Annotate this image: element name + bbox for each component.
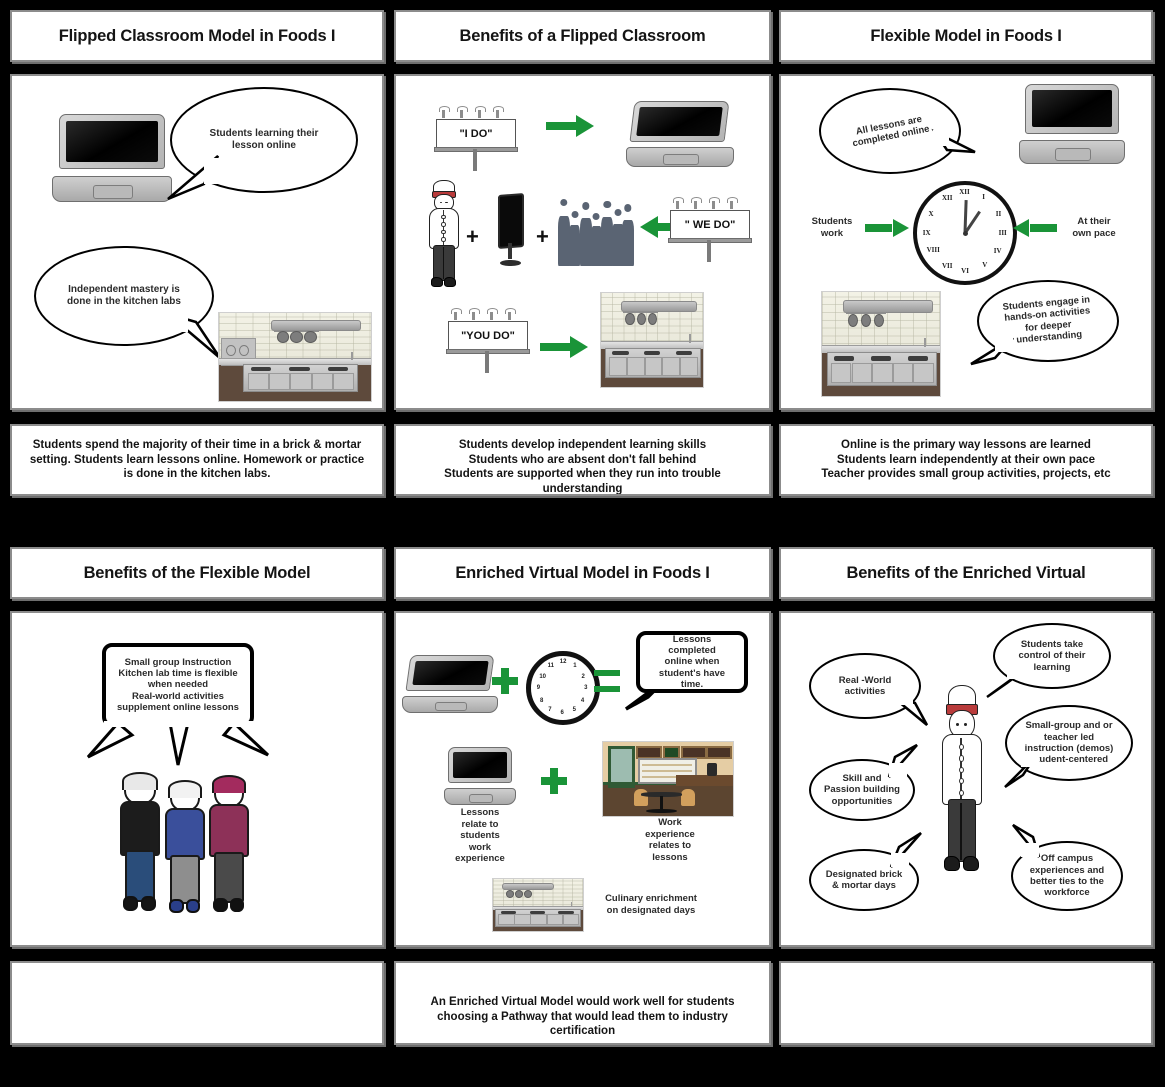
green-equals [594,670,620,692]
billboard-sign-i-do: "I DO" [433,106,519,171]
laptop-screen [66,121,158,162]
plus-operator-2: + [536,224,549,249]
panel-1-title-cell[interactable]: Flipped Classroom Model in Foods I [10,10,384,62]
sign-you-do-text: "YOU DO" [461,330,515,343]
panel-4-art-cell[interactable]: Small group Instruction Kitchen lab time… [10,611,384,947]
sign-i-do-text: "I DO" [459,128,493,141]
panel-2-caption-cell[interactable]: Students develop independent learning sk… [394,424,771,496]
panel-4-title: Benefits of the Flexible Model [83,563,311,582]
laptop-image [402,655,498,713]
green-arrow-right-2 [540,336,588,358]
billboard-sign-we-do: " WE DO" [667,197,753,262]
speech-bubble-5: Small group Instruction Kitchen lab time… [102,643,254,727]
panel-2-caption: Students develop independent learning sk… [444,439,721,496]
analog-clock: 12 1 2 3 4 5 6 7 8 9 10 11 [526,651,600,725]
billboard-sign-you-do: "YOU DO" [445,308,531,373]
label-students-work: Students work [811,216,853,239]
speech-bubble-4-tail [970,336,1014,366]
panel-3-art-cell[interactable]: All lessons are completed online Student… [779,74,1153,410]
sign-we-do-text: " WE DO" [684,219,736,232]
panel-4-title-cell[interactable]: Benefits of the Flexible Model [10,547,384,599]
speech-bubble-6-tail [624,679,666,711]
speech-bubble-11-tail [889,831,922,868]
label-own-pace: At their own pace [1072,216,1116,239]
panel-2-title: Benefits of a Flipped Classroom [459,26,706,45]
label-culinary-enrichment: Culinary enrichment on designated days [605,893,697,916]
kitchen-photo [600,292,704,388]
speech-bubble-1-tail [167,155,220,201]
green-arrow-right-1 [546,115,594,137]
speech-bubble-9-tail [887,743,918,778]
speech-bubble-3-tail [931,128,976,154]
laptop-image [52,114,172,202]
laptop-base [52,175,172,202]
panel-5-caption: An Enriched Virtual Model would work wel… [430,996,735,1038]
label-lessons-relate: Lessons relate to students work experien… [455,807,505,865]
speech-bubble-12-tail [1012,823,1041,858]
laptop-image [626,101,734,167]
kitchen-photo [218,312,372,402]
speech-bubble-3-text: All lessons are completed online [851,113,931,150]
speech-bubble-11-text: Designated brick & mortar days [825,868,903,891]
laptop-trackpad [93,184,133,199]
panel-3-caption: Online is the primary way lessons are le… [821,439,1111,481]
laptop-image [444,747,516,805]
laptop-image [1019,84,1125,164]
speech-bubble-10-tail [1004,755,1039,789]
speech-bubble-5-tails [86,721,270,766]
panel-6-title: Benefits of the Enriched Virtual [846,563,1086,582]
three-students [162,780,205,913]
speech-bubble-2-text: Independent mastery is done in the kitch… [67,284,181,307]
speech-bubble-5-text: Small group Instruction Kitchen lab time… [117,656,239,714]
chef-character [933,685,989,875]
speech-bubble-8-tail [986,669,1025,699]
panel-6-art-cell[interactable]: Real -World activities Students take con… [779,611,1153,947]
green-arrow-right-3 [865,219,909,237]
panel-4-caption-cell[interactable] [10,961,384,1045]
speech-bubble-1-text: Students learning their lesson online [209,128,319,151]
monitor-image [488,193,534,266]
green-plus-1 [492,668,518,694]
panel-6-caption-cell[interactable] [779,961,1153,1045]
panel-2-art-cell[interactable]: "I DO" + + " WE DO" "YOU DO" [394,74,771,410]
speech-bubble-7-tail [891,695,929,726]
storyboard-canvas: Flipped Classroom Model in Foods I Benef… [0,0,1165,1087]
three-students [206,775,249,912]
speech-bubble-2-tail [166,312,222,359]
panel-1-caption-cell[interactable]: Students spend the majority of their tim… [10,424,384,496]
analog-clock: XII I II III IV V VI VII VIII IX X XII [913,181,1017,285]
green-plus-2 [541,768,567,794]
plus-operator-1: + [466,224,479,249]
three-students [116,772,161,911]
panel-3-title-cell[interactable]: Flexible Model in Foods I [779,10,1153,62]
green-arrow-left-2 [1013,219,1057,237]
panel-5-caption-cell[interactable]: An Enriched Virtual Model would work wel… [394,961,771,1045]
chef-character [422,180,464,288]
panel-1-art-cell[interactable]: Students learning their lesson online In… [10,74,384,410]
panel-5-title-cell[interactable]: Enriched Virtual Model in Foods I [394,547,771,599]
kitchen-photo [492,878,584,932]
panel-1-caption: Students spend the majority of their tim… [29,439,365,481]
label-work-experience: Work experience relates to lessons [645,817,695,863]
panel-5-title: Enriched Virtual Model in Foods I [455,563,710,582]
panel-5-art-cell[interactable]: 12 1 2 3 4 5 6 7 8 9 10 11 Lessons compl… [394,611,771,947]
laptop-lid [59,114,165,169]
cafe-photo [602,741,734,817]
panel-3-caption-cell[interactable]: Online is the primary way lessons are le… [779,424,1153,496]
kitchen-photo [821,291,941,397]
panel-1-title: Flipped Classroom Model in Foods I [58,26,336,45]
panel-2-title-cell[interactable]: Benefits of a Flipped Classroom [394,10,771,62]
student-crowd [558,200,638,266]
panel-6-title-cell[interactable]: Benefits of the Enriched Virtual [779,547,1153,599]
panel-3-title: Flexible Model in Foods I [870,26,1062,45]
